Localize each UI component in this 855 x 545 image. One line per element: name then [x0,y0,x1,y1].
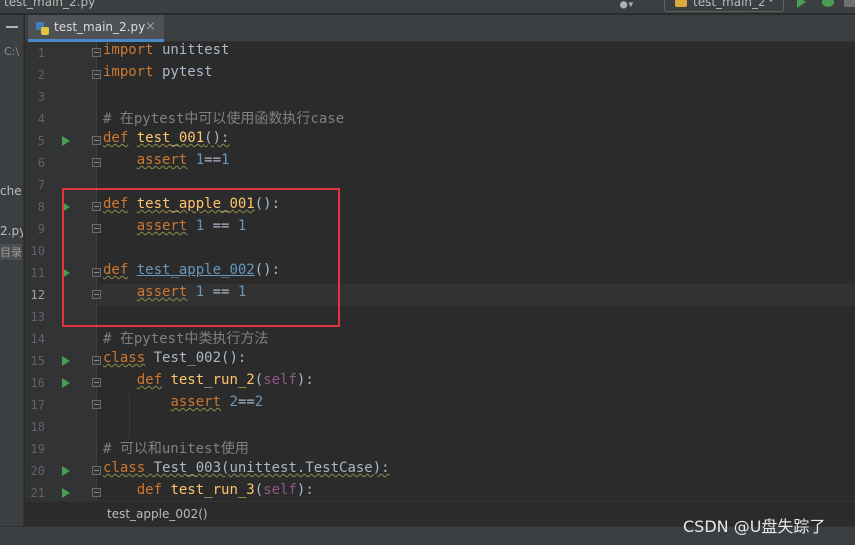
line-number: 17 [30,398,45,412]
collapse-icon[interactable] [6,26,18,28]
code-line-5[interactable]: def test_001(): [103,130,229,152]
run-test-icon[interactable] [62,488,70,498]
run-configuration-dropdown[interactable]: test_main_2 [664,0,784,12]
breadcrumb-item[interactable]: test_apple_002() [107,507,208,521]
title-bar: test_main_2.py ●▾ test_main_2 [0,0,855,14]
fold-icon[interactable] [92,48,101,57]
line-number: 11 [30,266,45,280]
line-number-current: 12 [30,288,45,302]
watermark: CSDN @U盘失踪了 [683,517,826,536]
line-number: 20 [30,464,45,478]
line-number: 16 [30,376,45,390]
code-line-16[interactable]: def test_run_2(self): [103,372,314,394]
fold-icon[interactable] [92,356,101,365]
line-number: 21 [30,486,45,500]
fold-icon[interactable] [92,378,101,387]
line-number: 3 [37,90,45,104]
window-title: test_main_2.py [4,0,96,9]
code-line-14[interactable]: # 在pytest中类执行方法 [103,328,268,350]
tab-test-main-2[interactable]: test_main_2.py × [28,15,164,42]
code-line-17[interactable]: assert 2==2 [103,394,263,416]
code-line-15[interactable]: class Test_002(): [103,350,246,372]
line-number: 1 [37,46,45,60]
code-line-2[interactable]: import pytest [103,64,213,86]
line-number: 18 [30,420,45,434]
run-test-icon[interactable] [62,378,70,388]
line-number: 5 [37,134,45,148]
project-sidebar: C:\ che 2.py 目录 [0,15,24,526]
line-number: 2 [37,68,45,82]
line-number: 8 [37,200,45,214]
line-number: 10 [30,244,45,258]
editor-tab-bar: test_main_2.py × [25,15,855,42]
line-number: 6 [37,156,45,170]
fold-icon[interactable] [92,158,101,167]
line-number: 14 [30,332,45,346]
python-config-icon [675,0,687,7]
code-line-19[interactable]: # 可以和unitest使用 [103,438,249,460]
code-line-1[interactable]: import unittest [103,42,229,64]
code-line-4[interactable]: # 在pytest中可以使用函数执行case [103,108,344,130]
chevron-down-icon [767,0,775,2]
fold-icon[interactable] [92,466,101,475]
line-number: 9 [37,222,45,236]
run-test-icon[interactable] [62,466,70,476]
close-icon[interactable]: × [145,19,156,34]
line-number: 15 [30,354,45,368]
fold-icon[interactable] [92,488,101,497]
line-number: 13 [30,310,45,324]
python-file-icon [36,22,49,35]
code-line-6[interactable]: assert 1==1 [103,152,230,174]
run-test-icon[interactable] [62,356,70,366]
fold-icon[interactable] [92,70,101,79]
fold-icon[interactable] [92,136,101,145]
sidebar-item-folder[interactable]: 目录 [0,244,22,260]
sidebar-item-file[interactable]: 2.py [0,224,23,238]
run-icon[interactable] [797,0,806,8]
user-icon[interactable]: ●▾ [620,0,642,11]
line-number: 19 [30,442,45,456]
tab-label: test_main_2.py [54,20,146,34]
code-line-21[interactable]: def test_run_3(self): [103,482,314,501]
code-line-20[interactable]: class Test_003(unittest.TestCase): [103,460,390,482]
line-number: 7 [37,178,45,192]
run-test-icon[interactable] [62,136,70,146]
project-path[interactable]: C:\ [4,45,19,58]
fold-icon[interactable] [92,400,101,409]
debug-icon[interactable] [822,0,834,7]
highlight-annotation-box [62,188,340,327]
line-number: 4 [37,112,45,126]
more-icon[interactable] [844,0,855,7]
run-configuration-label: test_main_2 [693,0,766,9]
sidebar-item-cache[interactable]: che [0,184,22,198]
